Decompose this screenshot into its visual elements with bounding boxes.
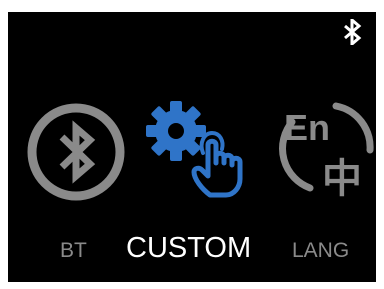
menu-label-bt: BT bbox=[60, 239, 87, 262]
lang-glyph-zh: 中 bbox=[322, 156, 362, 202]
lang-glyph-en: En bbox=[284, 107, 330, 148]
gear-touch-icon bbox=[146, 101, 243, 198]
menu-label-custom: CUSTOM bbox=[126, 232, 252, 264]
bluetooth-circle-icon bbox=[27, 103, 125, 201]
language-en-zh-icon: En 中 bbox=[279, 102, 374, 202]
device-screen: BT CUSTOM En 中 LANG bbox=[8, 12, 376, 282]
bluetooth-status-icon bbox=[344, 19, 362, 45]
menu-label-lang: LANG bbox=[292, 239, 350, 262]
